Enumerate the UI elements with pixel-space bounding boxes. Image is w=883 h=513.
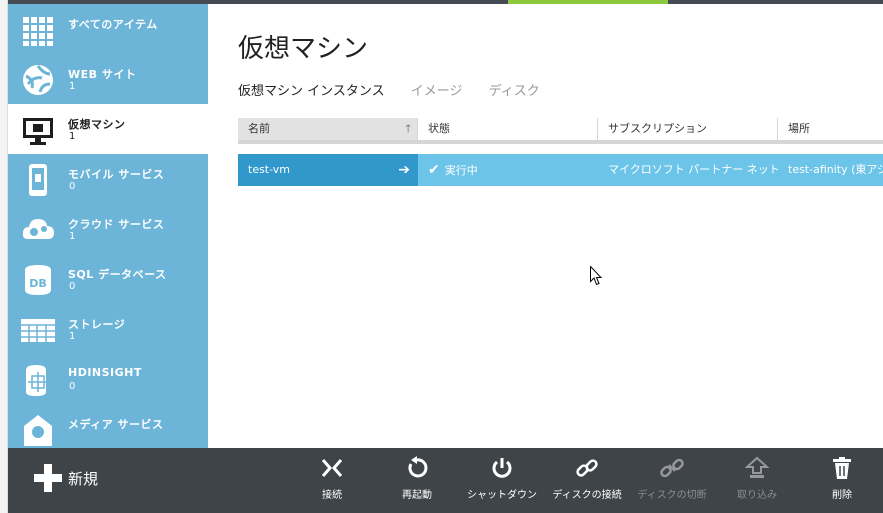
restart-button[interactable]: 再起動 <box>375 456 459 506</box>
table-header: 名前 🡑 状態 サブスクリプション 場所 <box>238 118 883 144</box>
sidebar-item-media-services[interactable]: メディア サービス <box>8 404 208 448</box>
sidebar-item-label: 仮想マシン <box>68 118 126 131</box>
subtabs: 仮想マシン インスタンス イメージ ディスク <box>238 80 562 99</box>
capture-icon <box>745 456 769 478</box>
column-header-location[interactable]: 場所 <box>778 118 883 140</box>
vm-name: test-vm <box>248 163 291 176</box>
command-label: 削除 <box>832 490 852 501</box>
svg-text:DB: DB <box>29 277 47 290</box>
sort-ascending-icon: 🡑 <box>405 122 411 135</box>
unlink-icon <box>660 458 684 478</box>
checkmark-icon: ✔ <box>428 162 440 178</box>
globe-icon <box>23 65 53 95</box>
command-label: ディスクの切断 <box>637 490 707 501</box>
hdinsight-icon <box>26 365 48 396</box>
command-label: ディスクの接続 <box>552 490 622 501</box>
arrow-right-icon[interactable]: ➔ <box>398 154 410 186</box>
sidebar-item-mobile-services[interactable]: モバイル サービス 0 <box>8 154 208 204</box>
portal-window: すべてのアイテム WEB サイト 1 仮想マシン 1 モバイル サービス 0 ク… <box>0 0 883 513</box>
connect-button[interactable]: 接続 <box>290 456 374 506</box>
connect-icon <box>321 459 343 477</box>
sidebar-item-count: 0 <box>69 281 76 292</box>
sidebar-item-storage[interactable]: ストレージ 1 <box>8 304 208 354</box>
vm-status: 実行中 <box>444 164 478 177</box>
detach-disk-button[interactable]: ディスクの切断 <box>630 456 714 506</box>
power-icon <box>492 458 512 478</box>
cell-name: test-vm ➔ <box>238 154 418 186</box>
sidebar-item-count: 1 <box>69 81 76 92</box>
column-header-subscription[interactable]: サブスクリプション <box>598 118 778 140</box>
command-label: 再起動 <box>402 490 432 501</box>
mouse-cursor-icon <box>590 266 602 286</box>
grid-icon <box>23 17 53 46</box>
sidebar-item-count: 0 <box>69 181 76 192</box>
command-label: 接続 <box>322 490 342 501</box>
sidebar-item-label: モバイル サービス <box>68 168 165 181</box>
cell-subscription: マイクロソフト パートナー ネットワ… <box>598 154 778 186</box>
window-left-edge <box>0 0 8 513</box>
command-bar: 新規 接続 再起動 シャットダウン ディスクの接続 ディスクの切断 取り込み 削… <box>8 448 883 513</box>
sidebar-item-count: 1 <box>69 131 76 142</box>
command-label: シャットダウン <box>467 490 537 501</box>
tab-disks[interactable]: ディスク <box>489 80 540 99</box>
sidebar-item-label: すべてのアイテム <box>68 18 158 31</box>
sidebar-item-virtual-machines[interactable]: 仮想マシン 1 <box>8 104 208 154</box>
sidebar-item-label: クラウド サービス <box>68 218 165 231</box>
media-icon <box>24 415 52 446</box>
new-button-label: 新規 <box>68 470 99 488</box>
main-content: 仮想マシン 仮想マシン インスタンス イメージ ディスク 名前 🡑 状態 サブス… <box>208 4 883 448</box>
monitor-icon <box>23 118 53 145</box>
column-header-label: 状態 <box>428 122 450 135</box>
delete-button[interactable]: 削除 <box>800 456 883 506</box>
mobile-icon <box>29 164 47 196</box>
restart-icon <box>408 456 428 478</box>
page-title: 仮想マシン <box>238 34 369 64</box>
attach-disk-button[interactable]: ディスクの接続 <box>545 456 629 506</box>
sidebar-item-count: 0 <box>69 381 76 392</box>
command-label: 取り込み <box>737 490 777 501</box>
tab-vm-instances[interactable]: 仮想マシン インスタンス <box>238 80 385 99</box>
sidebar-item-label: WEB サイト <box>68 68 137 81</box>
sidebar-item-sql-database[interactable]: DB SQL データベース 0 <box>8 254 208 304</box>
sidebar-item-cloud-services[interactable]: クラウド サービス 1 <box>8 204 208 254</box>
sidebar-item-hdinsight[interactable]: HDINSIGHT 0 <box>8 354 208 404</box>
sidebar-item-count: 1 <box>69 231 76 242</box>
sidebar-item-label: ストレージ <box>68 318 126 331</box>
sidebar-item-all-items[interactable]: すべてのアイテム <box>8 4 208 54</box>
sidebar: すべてのアイテム WEB サイト 1 仮想マシン 1 モバイル サービス 0 ク… <box>8 4 208 448</box>
cloud-gear-icon <box>22 219 54 239</box>
sidebar-item-label: メディア サービス <box>68 418 164 431</box>
link-icon <box>576 459 598 477</box>
table-icon <box>21 319 55 342</box>
plus-icon <box>34 464 62 492</box>
trash-icon <box>833 457 851 479</box>
cell-location: test-afinity (東アジア) <box>778 154 883 186</box>
column-header-label: サブスクリプション <box>608 122 707 135</box>
capture-button[interactable]: 取り込み <box>715 456 799 506</box>
tab-images[interactable]: イメージ <box>411 80 463 99</box>
column-header-name[interactable]: 名前 🡑 <box>238 118 418 140</box>
shutdown-button[interactable]: シャットダウン <box>460 456 544 506</box>
table-row[interactable]: test-vm ➔ ✔ 実行中 マイクロソフト パートナー ネットワ… test-… <box>238 154 883 186</box>
sidebar-item-label: HDINSIGHT <box>68 366 142 379</box>
vm-subscription: マイクロソフト パートナー ネットワ… <box>608 163 778 176</box>
vm-location: test-afinity (東アジア) <box>788 163 883 176</box>
sidebar-item-web-sites[interactable]: WEB サイト 1 <box>8 54 208 104</box>
cell-status: ✔ 実行中 <box>418 154 598 186</box>
column-header-status[interactable]: 状態 <box>418 118 598 140</box>
column-header-label: 場所 <box>788 122 810 135</box>
database-icon: DB <box>25 265 51 295</box>
sidebar-item-label: SQL データベース <box>68 268 167 281</box>
sidebar-item-count: 1 <box>69 331 76 342</box>
column-header-label: 名前 <box>248 122 270 135</box>
